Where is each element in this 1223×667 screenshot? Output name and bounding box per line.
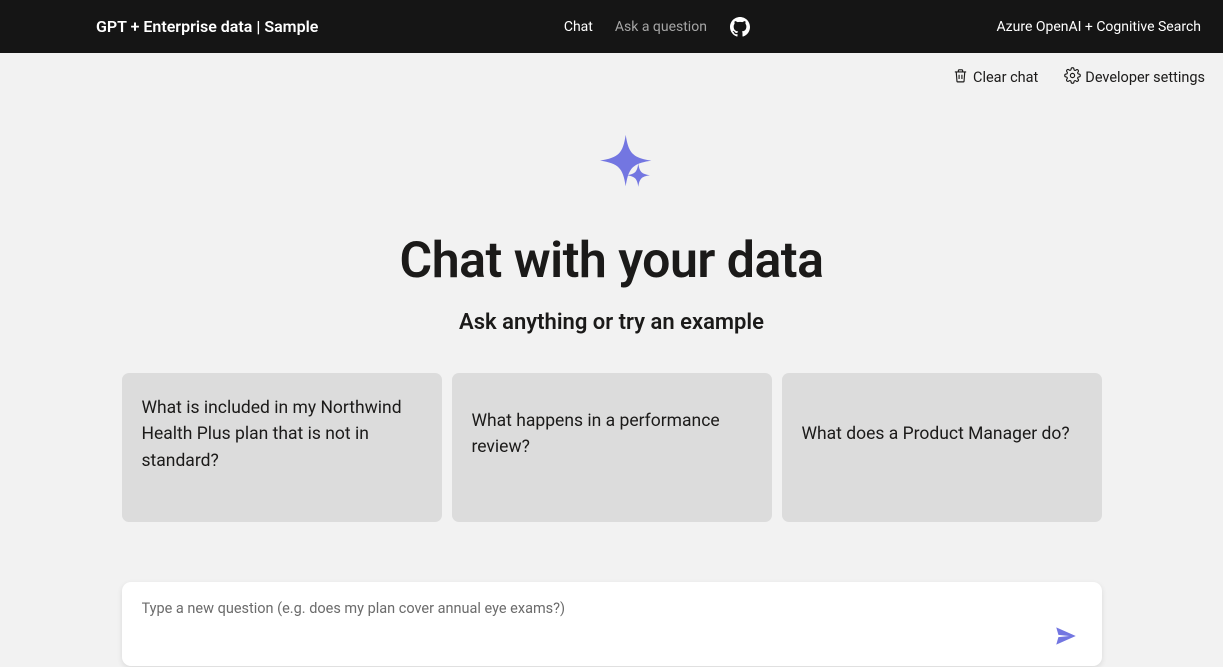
gear-icon	[1064, 67, 1081, 88]
nav-chat[interactable]: Chat	[564, 19, 593, 35]
sparkle-icon	[566, 118, 658, 214]
clear-chat-label: Clear chat	[973, 69, 1038, 86]
example-card[interactable]: What is included in my Northwind Health …	[122, 373, 442, 522]
example-prompts: What is included in my Northwind Health …	[122, 373, 1102, 522]
send-icon	[1053, 623, 1079, 652]
header-nav: Chat Ask a question	[318, 16, 996, 38]
clear-chat-button[interactable]: Clear chat	[952, 67, 1038, 88]
chat-toolbar: Clear chat Developer settings	[0, 53, 1223, 88]
chat-input[interactable]	[142, 600, 1082, 622]
nav-ask-question[interactable]: Ask a question	[615, 19, 707, 35]
hero: Chat with your data Ask anything or try …	[0, 118, 1223, 335]
trash-icon	[952, 67, 969, 88]
developer-settings-label: Developer settings	[1085, 69, 1205, 86]
app-title: GPT + Enterprise data | Sample	[96, 17, 318, 36]
chat-input-container	[122, 582, 1102, 666]
header-right-label: Azure OpenAI + Cognitive Search	[996, 19, 1201, 35]
app-header: GPT + Enterprise data | Sample Chat Ask …	[0, 0, 1223, 53]
example-card[interactable]: What happens in a performance review?	[452, 373, 772, 522]
example-card[interactable]: What does a Product Manager do?	[782, 373, 1102, 522]
developer-settings-button[interactable]: Developer settings	[1064, 67, 1205, 88]
hero-subtitle: Ask anything or try an example	[459, 310, 764, 335]
send-button[interactable]	[1052, 624, 1080, 652]
hero-title: Chat with your data	[400, 232, 824, 290]
github-icon[interactable]	[729, 16, 751, 38]
